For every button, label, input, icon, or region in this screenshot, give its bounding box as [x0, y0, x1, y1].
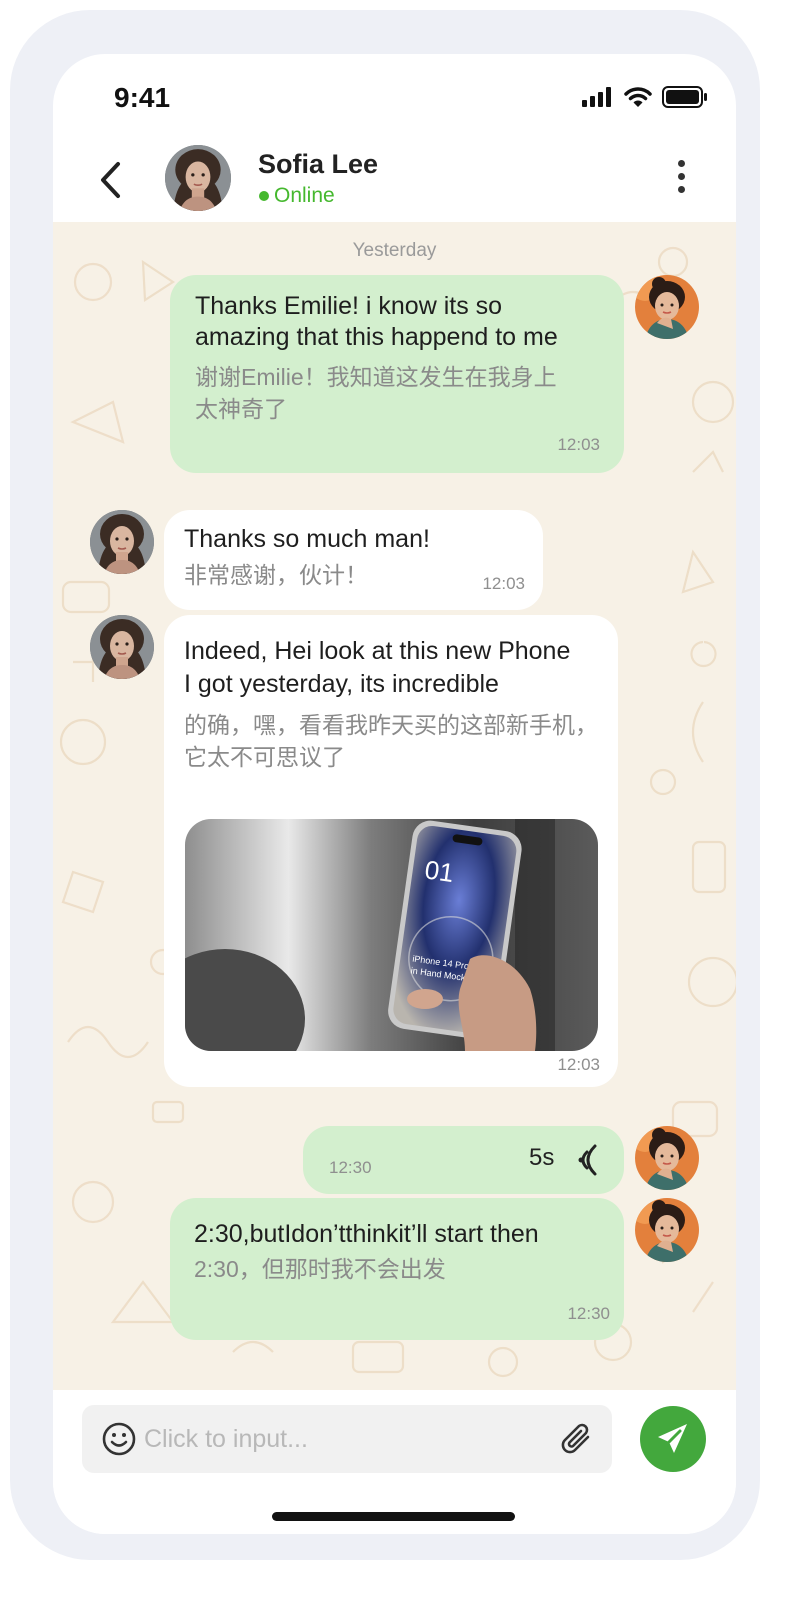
my-avatar[interactable]	[635, 1198, 699, 1262]
incoming-message[interactable]: Thanks so much man! 非常感谢，伙计！ 12:03	[164, 510, 543, 610]
contact-message-avatar[interactable]	[90, 615, 154, 679]
message-text: Indeed, Hei look at this new Phone I got…	[184, 637, 571, 698]
attach-button[interactable]	[560, 1421, 594, 1457]
outgoing-message[interactable]: 2:30,butIdon’tthinkit’ll start then 2:30…	[170, 1198, 624, 1340]
contact-name: Sofia Lee	[258, 149, 379, 179]
contact-message-avatar[interactable]	[90, 510, 154, 574]
paperclip-icon	[561, 1423, 590, 1454]
wifi-icon	[624, 87, 652, 107]
message-input[interactable]: Click to input...	[82, 1405, 612, 1473]
send-button[interactable]	[640, 1406, 706, 1472]
emoji-button[interactable]	[102, 1422, 136, 1456]
signal-icon	[582, 87, 611, 107]
message-time: 12:03	[557, 1055, 600, 1074]
message-translation: 的确，嘿，看看我昨天买的这部新手机，它太不可思议了	[184, 712, 598, 770]
my-avatar[interactable]	[635, 1126, 699, 1190]
phone-screen: 9:41 Sofia Lee Online Yesterday Thanks E…	[53, 54, 736, 1534]
send-icon	[658, 1424, 687, 1453]
message-time: 12:30	[567, 1304, 610, 1323]
input-placeholder: Click to input...	[144, 1425, 308, 1453]
more-vertical-icon	[674, 160, 688, 193]
contact-avatar[interactable]	[165, 145, 231, 211]
online-dot-icon	[259, 191, 269, 201]
message-time: 12:03	[482, 574, 525, 593]
incoming-message[interactable]: Indeed, Hei look at this new Phone I got…	[164, 615, 618, 1087]
smiley-icon	[102, 1422, 136, 1456]
message-time: 12:30	[329, 1158, 372, 1177]
more-options-button[interactable]	[674, 160, 688, 200]
battery-icon	[662, 86, 707, 108]
online-status-label: Online	[274, 184, 335, 207]
sound-wave-icon	[578, 1144, 597, 1176]
phone-photo-image: 01 iPhone 14 Pro in Hand Mockup	[185, 819, 598, 1051]
status-icons	[582, 86, 708, 108]
back-button[interactable]	[93, 158, 133, 202]
online-status: Online	[259, 184, 335, 208]
message-text: Thanks Emilie! i know its so amazing tha…	[195, 292, 558, 351]
message-translation: 非常感谢，伙计！	[184, 562, 368, 588]
day-separator: Yesterday	[352, 240, 437, 261]
status-time: 9:41	[114, 82, 171, 113]
message-translation: 谢谢Emilie！我知道这发生在我身上太神奇了	[195, 364, 557, 422]
message-photo[interactable]: 01 iPhone 14 Pro in Hand Mockup	[185, 819, 598, 1051]
message-time: 12:03	[557, 435, 600, 454]
my-avatar[interactable]	[635, 275, 699, 339]
message-input-bar: Click to input...	[53, 1390, 736, 1534]
voice-message[interactable]: 12:30 5s	[303, 1126, 624, 1194]
voice-duration: 5s	[529, 1144, 555, 1171]
home-indicator	[272, 1512, 515, 1521]
message-text: 2:30,butIdon’tthinkit’ll start then	[194, 1220, 539, 1248]
outgoing-message[interactable]: Thanks Emilie! i know its so amazing tha…	[170, 275, 624, 473]
message-translation: 2:30，但那时我不会出发	[194, 1256, 446, 1282]
chevron-left-icon	[101, 162, 120, 198]
photo-screen-number: 01	[423, 854, 456, 888]
message-text: Thanks so much man!	[184, 525, 430, 553]
chat-area[interactable]: Yesterday Thanks Emilie! i know its so a…	[53, 222, 736, 1390]
phone-frame: 9:41 Sofia Lee Online Yesterday Thanks E…	[10, 10, 760, 1560]
